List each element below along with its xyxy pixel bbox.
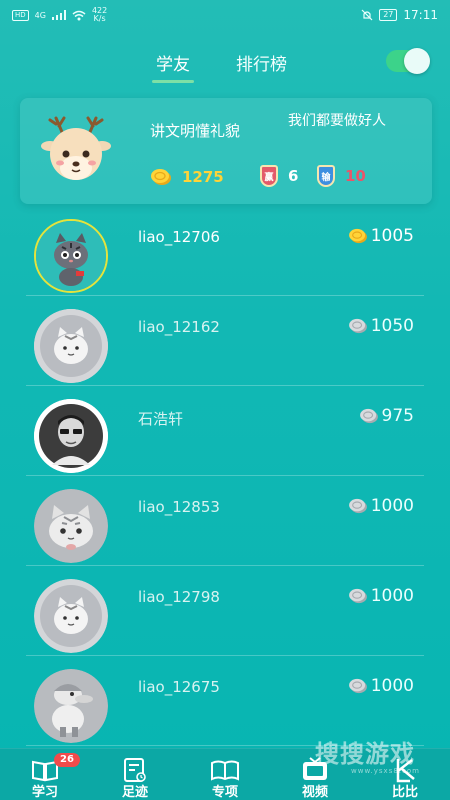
friend-list: liao_12706 1005 liao_12162 1050 石浩轩 975 …	[0, 206, 450, 746]
nav-label: 专项	[211, 785, 238, 800]
mute-icon	[361, 9, 373, 21]
clock: 17:11	[403, 8, 438, 22]
friend-coins-value: 1000	[370, 496, 414, 516]
silver-coin-icon	[359, 408, 378, 424]
friend-name: 石浩轩	[138, 410, 184, 428]
cat-avatar-icon	[34, 579, 108, 653]
friend-coins-value: 1000	[370, 586, 414, 606]
avatar	[34, 669, 108, 743]
lose-badge-icon: 输	[317, 165, 335, 187]
watermark: 搜搜游戏 www.ysxs8.com	[305, 722, 450, 800]
avatar	[34, 579, 108, 653]
my-nickname: 讲文明懂礼貌	[150, 122, 241, 140]
friend-name: liao_12162	[138, 318, 220, 336]
friend-coins: 1050	[348, 316, 414, 336]
open-book-icon	[211, 760, 239, 781]
duck-avatar-icon	[34, 669, 108, 743]
status-bar: HD 4G 422 K/s 27 17:11	[0, 0, 450, 30]
study-badge: 26	[54, 753, 80, 767]
battery-indicator: 27	[379, 9, 398, 21]
my-coins: 1275	[150, 168, 224, 186]
friend-coins: 1000	[348, 496, 414, 516]
friend-coins-value: 975	[381, 406, 414, 426]
nav-label: 足迹	[121, 785, 148, 800]
nav-item-footprint[interactable]: 足迹	[95, 749, 175, 800]
gold-coin-icon	[151, 169, 171, 185]
top-tabs: 学友 排行榜	[0, 44, 450, 83]
friend-name: liao_12798	[138, 588, 220, 606]
network-speed: 422 K/s	[91, 6, 108, 23]
status-left: HD 4G 422 K/s	[12, 7, 107, 23]
network-indicator: 4G	[34, 10, 46, 20]
tabby-cat-avatar-icon	[34, 489, 108, 563]
list-item[interactable]: liao_12162 1050	[0, 296, 450, 386]
hd-indicator: HD	[12, 9, 29, 21]
friend-coins-value: 1005	[370, 226, 414, 246]
avatar	[34, 309, 108, 383]
signal-icon	[51, 10, 66, 20]
nav-item-special[interactable]: 专项	[185, 749, 265, 800]
friend-name: liao_12706	[138, 228, 220, 246]
friend-name: liao_12675	[138, 678, 220, 696]
toggle-knob	[404, 48, 430, 74]
avatar	[34, 399, 108, 473]
my-coins-value: 1275	[182, 168, 224, 186]
gold-coin-icon	[348, 228, 367, 244]
list-item[interactable]: liao_12798 1000	[0, 566, 450, 656]
footprint-icon	[124, 758, 146, 782]
my-profile-card[interactable]: 讲文明懂礼貌 我们都要做好人 1275 赢 6 输 10	[20, 98, 432, 204]
avatar	[34, 489, 108, 563]
win-badge-icon: 赢	[260, 165, 278, 187]
avatar	[34, 219, 108, 293]
nav-item-study[interactable]: 26 学习	[5, 749, 85, 800]
watermark-url: www.ysxs8.com	[351, 767, 420, 775]
wins-count: 6	[288, 167, 299, 185]
silver-coin-icon	[348, 588, 367, 604]
person-photo-avatar-icon	[34, 399, 108, 473]
cat-avatar-icon	[34, 309, 108, 383]
silver-coin-icon	[348, 498, 367, 514]
tab-leaderboard[interactable]: 排行榜	[236, 50, 287, 75]
friend-coins-value: 1000	[370, 676, 414, 696]
deer-avatar-icon	[41, 116, 111, 180]
silver-coin-icon	[348, 318, 367, 334]
losses-count: 10	[345, 167, 366, 185]
list-item[interactable]: 石浩轩 975	[0, 386, 450, 476]
losses-stat: 输 10	[317, 165, 366, 187]
silver-coin-icon	[348, 678, 367, 694]
my-motto: 我们都要做好人	[288, 113, 386, 129]
list-item[interactable]: liao_12706 1005	[0, 206, 450, 296]
friend-name: liao_12853	[138, 498, 220, 516]
gray-cat-avatar-icon	[36, 221, 106, 291]
tab-classmates[interactable]: 学友	[152, 50, 194, 83]
status-right: 27 17:11	[361, 8, 438, 22]
nav-label: 学习	[31, 785, 58, 800]
wins-stat: 赢 6	[260, 165, 298, 187]
toggle-switch[interactable]	[386, 48, 430, 74]
friend-coins-value: 1050	[370, 316, 414, 336]
friend-coins: 1000	[348, 676, 414, 696]
wifi-icon	[72, 10, 86, 20]
list-item[interactable]: liao_12853 1000	[0, 476, 450, 566]
friend-coins: 1000	[348, 586, 414, 606]
friend-coins: 1005	[348, 226, 414, 246]
watermark-text: 搜搜游戏	[315, 740, 415, 768]
friend-coins: 975	[359, 406, 414, 426]
